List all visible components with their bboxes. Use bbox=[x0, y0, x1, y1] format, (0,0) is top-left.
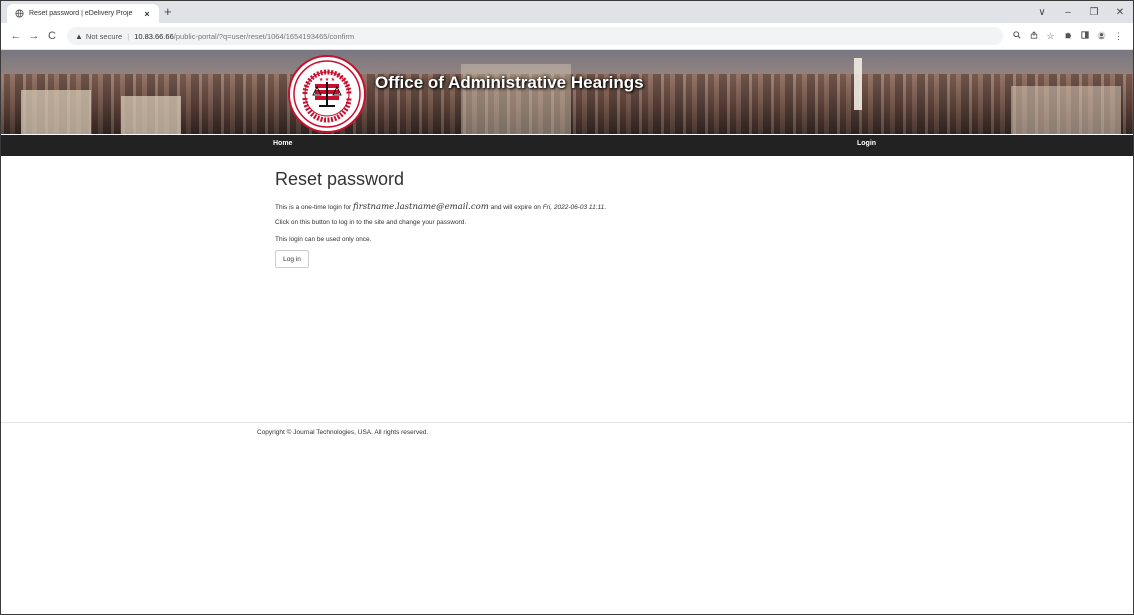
restore-icon[interactable]: ❐ bbox=[1081, 7, 1107, 18]
banner-building bbox=[21, 90, 91, 134]
main-content: Reset password This is a one-time login … bbox=[275, 169, 875, 268]
menu-kebab-icon[interactable]: ⋮ bbox=[1110, 31, 1127, 42]
security-label[interactable]: Not secure bbox=[86, 32, 122, 41]
browser-window: Reset password | eDelivery Proje × + ∨ –… bbox=[0, 0, 1134, 615]
user-email: firstname.lastname@email.com bbox=[353, 202, 489, 212]
log-in-button[interactable]: Log in bbox=[275, 250, 309, 268]
bookmark-star-icon[interactable]: ☆ bbox=[1042, 31, 1059, 42]
banner-monument bbox=[854, 58, 862, 110]
navigation-buttons: ← → C bbox=[7, 23, 61, 49]
url-separator: | bbox=[127, 31, 130, 41]
footer-copyright: Copyright © Journal Technologies, USA. A… bbox=[257, 429, 429, 436]
browser-tab[interactable]: Reset password | eDelivery Proje × bbox=[7, 4, 159, 23]
url-path: /public-portal/?q=user/reset/1064/165419… bbox=[173, 31, 355, 41]
message-period: . bbox=[604, 204, 607, 211]
message-prefix: This is a one-time login for bbox=[275, 204, 352, 211]
profile-avatar-icon[interactable] bbox=[1093, 30, 1110, 42]
dc-oah-seal: ★ ★ ★ bbox=[288, 55, 366, 133]
url-host: 10.83.66.66 bbox=[134, 31, 174, 41]
page-title: Reset password bbox=[275, 169, 405, 189]
tab-strip: Reset password | eDelivery Proje × + ∨ –… bbox=[1, 1, 1133, 23]
back-arrow-icon[interactable]: ← bbox=[7, 30, 25, 42]
banner-building bbox=[1011, 86, 1121, 134]
warning-icon[interactable]: ▲ bbox=[75, 32, 83, 41]
seal-logo: ★ ★ ★ bbox=[293, 60, 361, 128]
globe-icon bbox=[14, 9, 24, 19]
site-title: Office of Administrative Hearings bbox=[375, 73, 644, 92]
single-use-notice: This login can be used only once. bbox=[275, 236, 372, 243]
close-tab-icon[interactable]: × bbox=[141, 9, 153, 19]
side-panel-icon[interactable] bbox=[1076, 31, 1093, 41]
window-controls: ∨ – ❐ ✕ bbox=[1029, 1, 1133, 23]
banner-building bbox=[121, 96, 181, 134]
site-navbar: Home Login bbox=[1, 135, 1133, 156]
svg-text:★ ★ ★: ★ ★ ★ bbox=[319, 77, 336, 83]
extensions-icon[interactable] bbox=[1059, 31, 1076, 41]
reload-icon[interactable]: C bbox=[43, 30, 61, 42]
toolbar-actions: ☆ ⋮ bbox=[1008, 23, 1127, 49]
address-bar[interactable]: ▲ Not secure | 10.83.66.66 /public-porta… bbox=[67, 27, 1003, 45]
expiry-date: Fri, 2022-06-03 11:11 bbox=[542, 204, 605, 211]
zoom-icon[interactable] bbox=[1008, 31, 1025, 41]
message-mid: and will expire on bbox=[490, 204, 541, 211]
browser-toolbar: ← → C ▲ Not secure | 10.83.66.66 /public… bbox=[1, 23, 1133, 50]
share-icon[interactable] bbox=[1025, 31, 1042, 41]
close-window-icon[interactable]: ✕ bbox=[1107, 7, 1133, 18]
nav-login-link[interactable]: Login bbox=[857, 140, 876, 147]
footer-divider bbox=[1, 422, 1133, 423]
tab-title: Reset password | eDelivery Proje bbox=[29, 10, 133, 17]
minimize-icon[interactable]: – bbox=[1055, 7, 1081, 18]
forward-arrow-icon[interactable]: → bbox=[25, 30, 43, 42]
tab-search-icon[interactable]: ∨ bbox=[1029, 7, 1055, 18]
instruction-text: Click on this button to log in to the si… bbox=[275, 219, 467, 226]
new-tab-icon[interactable]: + bbox=[164, 4, 172, 20]
nav-home-link[interactable]: Home bbox=[273, 140, 292, 147]
one-time-login-message: This is a one-time login for firstname.l… bbox=[275, 203, 606, 212]
